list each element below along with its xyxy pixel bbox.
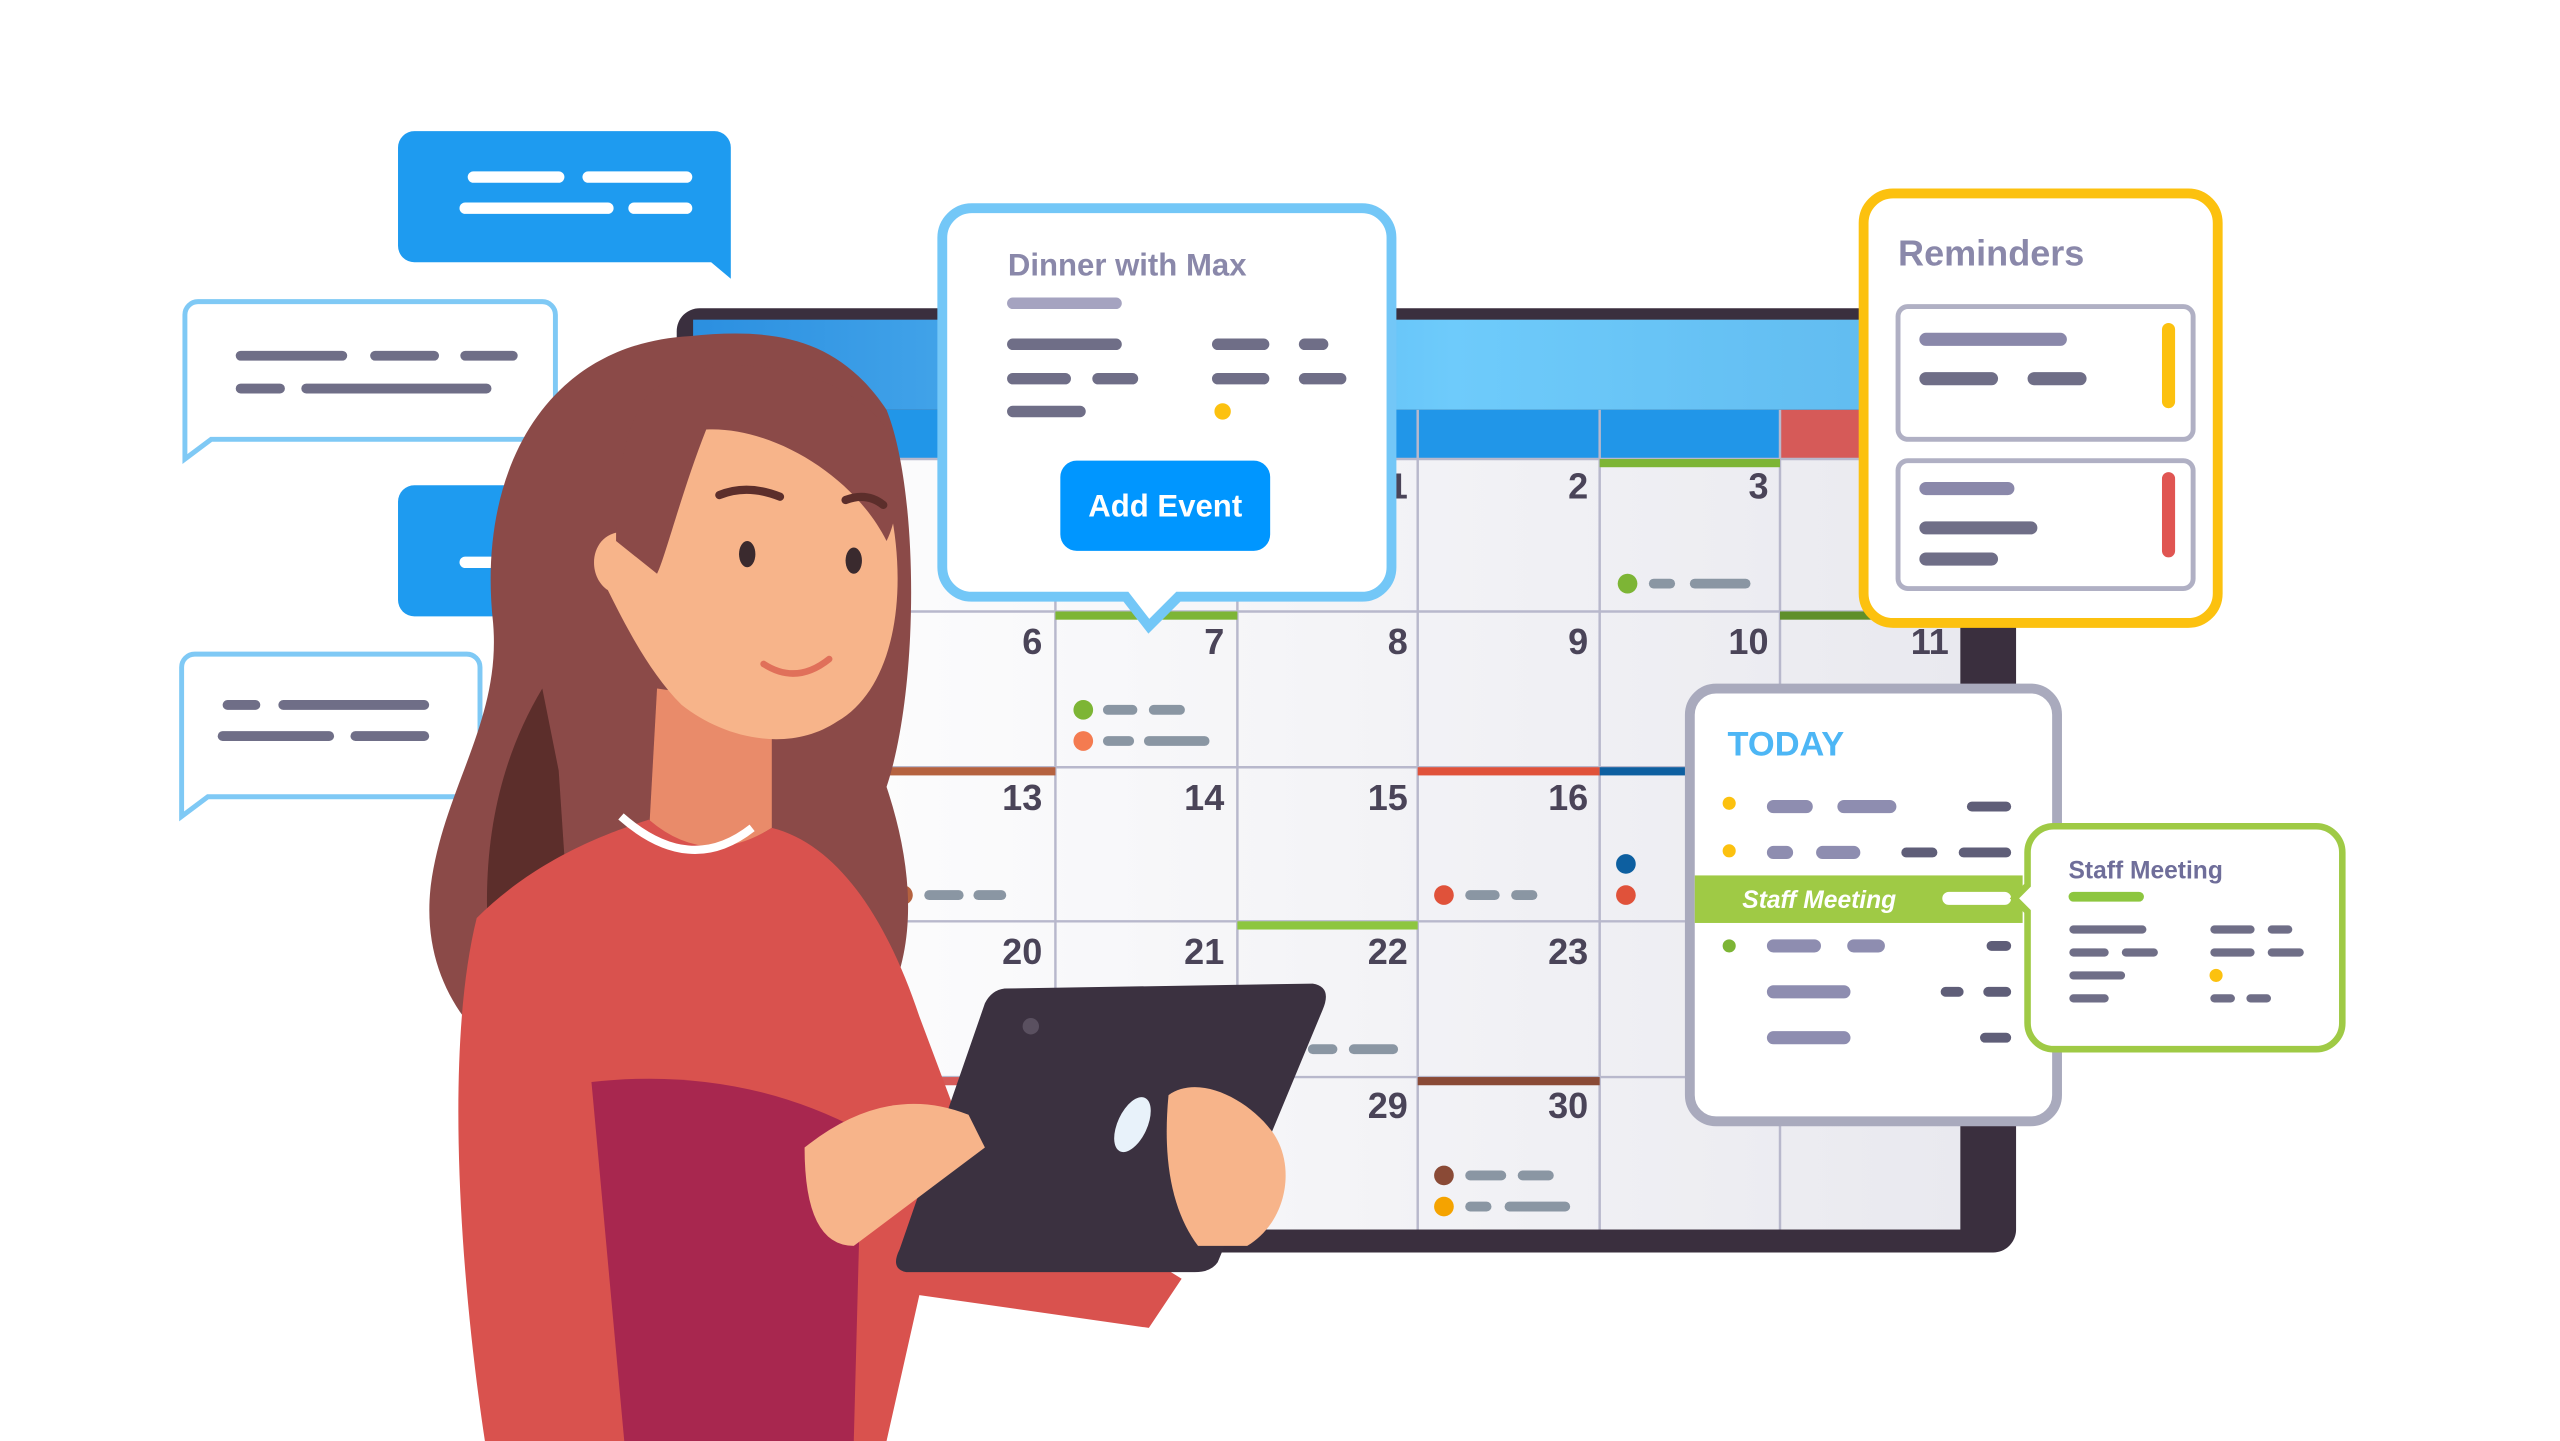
day-number[interactable]: 20	[1002, 931, 1042, 972]
dinner-event-popup: Dinner with Max Add Event	[937, 203, 1397, 634]
reminder-item[interactable]	[1895, 304, 2196, 442]
staff-meeting-event[interactable]: Staff Meeting	[1694, 875, 2023, 923]
add-event-button[interactable]: Add Event	[1060, 460, 1271, 551]
day-number[interactable]: 14	[1184, 777, 1224, 818]
eye-right-icon	[845, 547, 862, 574]
day-number[interactable]: 10	[1728, 621, 1768, 662]
detail-title: Staff Meeting	[2069, 858, 2223, 885]
day-number[interactable]: 15	[1368, 777, 1408, 818]
day-number[interactable]: 30	[1548, 1085, 1588, 1126]
calendar-illustration: 1 2 3 6 7 8 9 10 11 13 14 15 16 20 21 22…	[179, 131, 2346, 1441]
day-number[interactable]: 2	[1568, 465, 1588, 506]
day-number[interactable]: 9	[1568, 621, 1588, 662]
popup-title: Dinner with Max	[1008, 247, 1247, 282]
day-number[interactable]: 29	[1368, 1085, 1408, 1126]
day-number[interactable]: 22	[1368, 931, 1408, 972]
today-panel: TODAY Staff Meeting	[1684, 683, 2062, 1127]
day-number[interactable]: 6	[1022, 621, 1042, 662]
day-number[interactable]: 23	[1548, 931, 1588, 972]
day-number[interactable]: 21	[1184, 931, 1224, 972]
today-title: TODAY	[1728, 726, 1845, 764]
day-number[interactable]: 8	[1388, 621, 1408, 662]
day-number[interactable]: 16	[1548, 777, 1588, 818]
chat-bubble-outline-top	[182, 299, 558, 464]
chat-bubble-filled-top	[398, 131, 731, 279]
reminders-title: Reminders	[1898, 233, 2084, 274]
reminder-item[interactable]	[1895, 458, 2196, 591]
eye-left-icon	[739, 540, 756, 568]
staff-meeting-detail-card: Staff Meeting	[2009, 822, 2346, 1053]
reminders-card: Reminders	[1858, 188, 2223, 628]
staff-meeting-label: Staff Meeting	[1742, 887, 1896, 914]
day-number[interactable]: 13	[1002, 777, 1042, 818]
shirt-shade	[591, 1078, 862, 1441]
day-number[interactable]: 3	[1748, 465, 1768, 506]
add-event-label: Add Event	[1088, 488, 1242, 523]
day-number[interactable]: 7	[1204, 621, 1224, 662]
chat-bubble-outline-bottom	[179, 651, 483, 822]
